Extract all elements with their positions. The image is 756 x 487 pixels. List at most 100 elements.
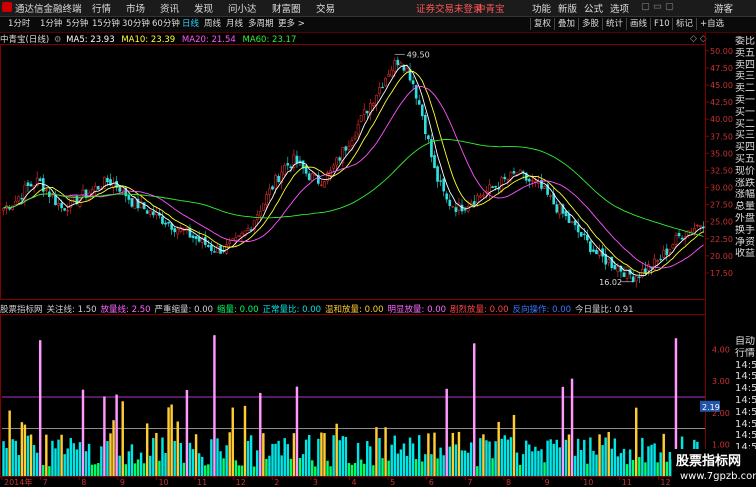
candle-body <box>176 228 180 235</box>
price-axis-label: 50.00 <box>710 47 733 56</box>
ma20-line <box>3 86 704 269</box>
indicator-axis-label: 3.00 <box>712 377 730 386</box>
price-axis-label: 37.50 <box>710 132 733 141</box>
month-axis-label: 6 <box>429 478 434 487</box>
candle-body <box>549 195 552 197</box>
month-axis-label: 8 <box>81 478 86 487</box>
volume-ratio-bar <box>641 437 644 476</box>
volume-ratio-bar <box>200 456 204 476</box>
volume-ratio-bar <box>524 440 528 476</box>
candle-body <box>475 195 479 204</box>
volume-ratio-bar <box>466 452 470 476</box>
volume-ratio-bar <box>592 450 595 476</box>
candle-body <box>20 198 24 200</box>
volume-ratio-bar <box>347 462 351 476</box>
candle-body <box>442 178 445 192</box>
kline-chart[interactable]: 50.00 47.50 45.00 42.50 40.00 37.50 35.00 32.50… <box>0 0 735 487</box>
volume-ratio-bar <box>622 448 626 476</box>
candle-body <box>680 237 684 240</box>
candle-body <box>320 184 323 186</box>
volume-ratio-bar <box>145 423 149 476</box>
volume-ratio-bar <box>173 440 176 476</box>
candle-body <box>106 177 109 183</box>
candle-body <box>265 194 268 205</box>
candle-body <box>616 266 620 273</box>
candle-body <box>482 194 485 197</box>
month-axis-label: 9 <box>545 478 550 487</box>
quote-panel-label: 外盘 <box>735 212 755 224</box>
volume-ratio-bar <box>436 458 439 476</box>
volume-ratio-bar <box>497 421 500 476</box>
volume-ratio-bar <box>48 466 51 476</box>
volume-ratio-bar <box>598 434 601 476</box>
candle-body <box>567 213 571 223</box>
ma60-line <box>3 139 704 237</box>
candle-body <box>613 265 617 270</box>
volume-ratio-bar <box>32 445 36 476</box>
candle-body <box>634 275 638 282</box>
volume-ratio-bar <box>631 460 635 476</box>
volume-ratio-bar <box>66 448 69 476</box>
candle-body <box>656 260 659 262</box>
volume-ratio-bar <box>23 424 27 476</box>
candle-body <box>564 210 568 217</box>
candle-body <box>353 135 357 139</box>
volume-ratio-bar <box>356 442 360 476</box>
candle-body <box>161 216 164 224</box>
volume-ratio-bar <box>317 438 320 476</box>
volume-ratio-bar <box>301 454 305 476</box>
price-axis-label: 20.00 <box>710 252 733 261</box>
candle-body <box>298 160 302 163</box>
volume-ratio-bar <box>210 439 213 476</box>
candle-body <box>258 211 262 217</box>
candle-body <box>173 228 177 233</box>
volume-ratio-bar <box>350 464 354 476</box>
volume-ratio-bar <box>152 438 155 476</box>
candle-body <box>699 225 702 227</box>
quote-panel: 委比 卖五 卖四 卖三 卖二 卖一 买一 买二 买三 买四 买五 现价 涨跌 涨幅 总量 外盘 换手 净资 收益 <box>735 36 756 260</box>
candle-body <box>463 209 467 211</box>
volume-ratio-bar <box>476 466 479 476</box>
volume-ratio-bar <box>332 435 335 476</box>
volume-ratio-bar <box>494 441 497 476</box>
volume-ratio-bar <box>430 454 433 476</box>
candle-body <box>332 165 335 169</box>
volume-ratio-bar <box>259 392 262 476</box>
candle-body <box>592 249 595 252</box>
volume-ratio-bar <box>323 433 326 476</box>
month-axis-label: 10 <box>158 478 168 487</box>
volume-ratio-bar <box>625 464 629 476</box>
candle-body <box>17 196 21 202</box>
candle-body <box>51 194 54 197</box>
volume-ratio-bar <box>271 443 274 476</box>
tick-panel-label: 14:5 <box>735 394 756 406</box>
volume-ratio-bar <box>106 441 109 476</box>
volume-ratio-bar <box>500 438 503 476</box>
volume-ratio-bar <box>424 454 427 476</box>
volume-ratio-bar <box>451 432 455 476</box>
quote-panel-label: 卖二 <box>735 83 755 95</box>
volume-ratio-bar <box>579 449 583 476</box>
price-axis-label: 32.50 <box>710 166 733 175</box>
volume-ratio-bar <box>45 434 48 476</box>
candle-body <box>595 249 598 255</box>
candle-body <box>216 245 219 253</box>
volume-ratio-bar <box>2 441 5 476</box>
candle-body <box>26 182 30 186</box>
quote-panel-label: 卖五 <box>735 47 755 59</box>
month-axis-label: 2014年 <box>4 477 32 487</box>
candle-body <box>420 104 424 117</box>
candle-body <box>381 86 384 89</box>
volume-ratio-bar <box>454 444 458 476</box>
volume-ratio-bar <box>100 446 103 476</box>
candle-body <box>472 201 476 205</box>
candle-body <box>350 140 354 146</box>
volume-ratio-bar <box>133 463 137 476</box>
candle-body <box>576 224 580 233</box>
volume-ratio-bar <box>387 460 390 476</box>
volume-ratio-bar <box>439 447 442 476</box>
candle-body <box>60 202 63 209</box>
volume-ratio-bar <box>650 444 653 476</box>
candle-body <box>677 232 681 237</box>
candle-body <box>262 203 265 211</box>
